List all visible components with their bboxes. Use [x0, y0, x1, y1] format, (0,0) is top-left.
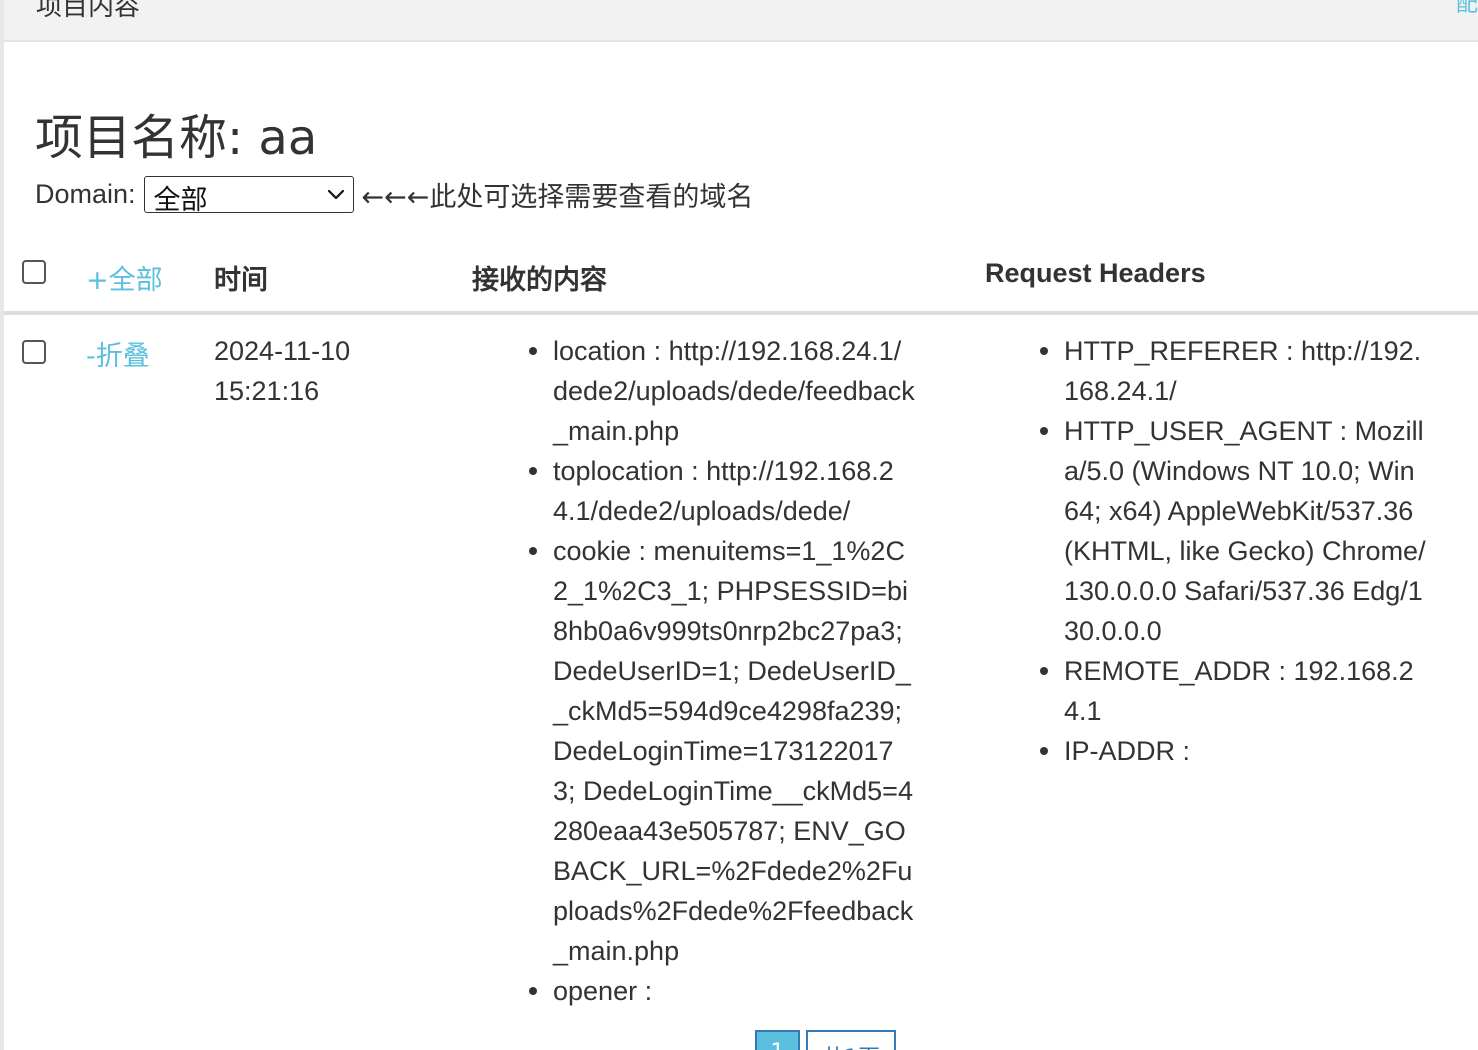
page-button-current[interactable]: 1 [755, 1030, 800, 1050]
panel-title: 项目内容 [36, 0, 141, 22]
collapse-row-link[interactable]: -折叠 [86, 334, 150, 373]
header-item-ip-addr: IP-ADDR : [1040, 731, 1426, 771]
domain-filter: Domain: 全部 ←←←此处可选择需要查看的域名 [35, 175, 754, 216]
toggle-all-header: +全部 [86, 258, 163, 297]
request-headers-list: HTTP_REFERER : http://192.168.24.1/ HTTP… [1040, 331, 1426, 771]
panel-corner-link[interactable]: 配 [1456, 0, 1478, 18]
row-checkbox[interactable] [22, 340, 46, 364]
panel-heading: 项目内容 配 [4, 0, 1478, 42]
domain-select[interactable]: 全部 [143, 175, 354, 216]
page-total-label: 共1页 [806, 1030, 896, 1050]
expand-all-link[interactable]: +全部 [86, 265, 163, 296]
header-item-remote-addr: REMOTE_ADDR : 192.168.24.1 [1040, 651, 1426, 731]
project-title: 项目名称: aa [35, 110, 318, 166]
received-content-list: location : http://192.168.24.1/dede2/upl… [529, 331, 915, 1011]
page: 项目内容 配 项目名称: aa Domain: 全部 ←←←此处可选择需要查看的… [0, 0, 1478, 1050]
content-item-opener: opener : [529, 971, 915, 1011]
pagination: 1 共1页 [755, 1030, 902, 1050]
content-item-toplocation: toplocation : http://192.168.24.1/dede2/… [529, 451, 915, 531]
left-border [0, 0, 4, 1050]
content-item-cookie: cookie : menuitems=1_1%2C2_1%2C3_1; PHPS… [529, 531, 915, 971]
chevron-down-icon [327, 189, 344, 199]
content-item-location: location : http://192.168.24.1/dede2/upl… [529, 331, 915, 451]
domain-select-value: 全部 [153, 184, 208, 216]
header-item-referer: HTTP_REFERER : http://192.168.24.1/ [1040, 331, 1426, 411]
domain-label: Domain: [35, 178, 136, 209]
time-header: 时间 [214, 265, 268, 295]
header-item-user-agent: HTTP_USER_AGENT : Mozilla/5.0 (Windows N… [1040, 411, 1426, 651]
table-header-divider [4, 311, 1478, 315]
row-time: 2024-11-10 15:21:16 [214, 336, 351, 406]
content-header: 接收的内容 [472, 265, 607, 295]
select-all-checkbox[interactable] [22, 260, 46, 284]
domain-hint: ←←←此处可选择需要查看的域名 [361, 181, 754, 213]
request-headers-header: Request Headers [985, 258, 1206, 288]
